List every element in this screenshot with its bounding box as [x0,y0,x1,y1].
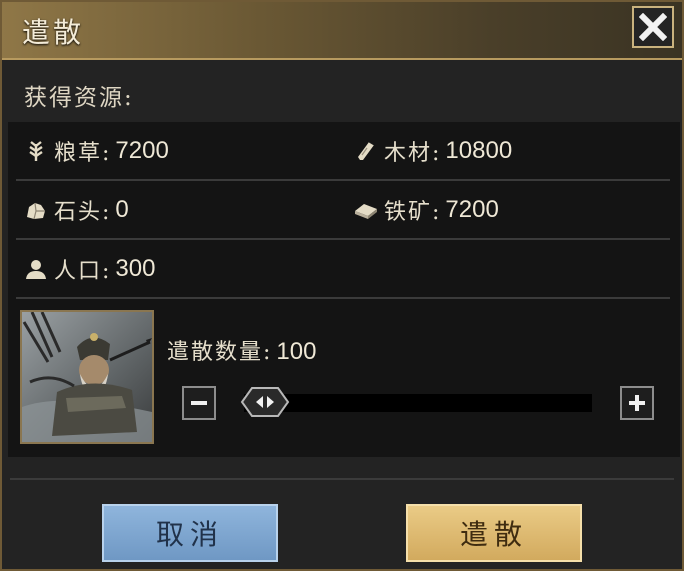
quantity-value: 100 [276,338,317,365]
resource-label: 铁矿: [384,199,442,225]
resource-label: 人口: [54,258,112,284]
iron-icon [354,198,378,222]
resource-row: 人口: 300 [8,240,670,299]
unit-portrait [20,310,154,444]
quantity-slider-thumb[interactable] [240,386,290,418]
increase-button[interactable] [620,386,654,420]
resource-label: 木材: [384,140,442,166]
resource-value: 300 [115,254,156,282]
slider-arrows-icon [240,387,290,417]
dismiss-dialog: 遣散 获得资源: 粮草: 7200 木材: 10800 石头: 0 铁矿: 72… [0,0,684,571]
dismiss-quantity: 遣散数量: 100 [167,334,316,366]
resource-wood: 木材: 10800 [354,122,512,179]
close-icon [639,13,667,41]
title-bar: 遣散 [2,2,682,60]
resource-value: 0 [115,195,129,223]
wood-icon [354,139,378,163]
plus-icon [629,395,645,411]
resource-iron: 铁矿: 7200 [354,181,499,238]
stone-icon [24,198,48,222]
resources-header: 获得资源: [24,85,134,111]
resource-label: 石头: [54,199,112,225]
dialog-title: 遣散 [22,16,85,49]
resource-row: 石头: 0 铁矿: 7200 [8,181,670,240]
resource-label: 粮草: [54,140,112,166]
resource-value: 7200 [115,136,169,164]
resource-value: 10800 [445,136,513,164]
population-icon [24,257,48,281]
resources-panel: 粮草: 7200 木材: 10800 石头: 0 铁矿: 7200 人口: 30… [8,122,680,457]
resource-population: 人口: 300 [24,240,155,297]
quantity-slider-track[interactable] [244,394,592,412]
cancel-button[interactable]: 取消 [102,504,278,562]
decrease-button[interactable] [182,386,216,420]
resource-grain: 粮草: 7200 [24,122,169,179]
row-divider [16,297,670,299]
wheat-icon [24,139,48,163]
resource-stone: 石头: 0 [24,181,129,238]
footer-divider [10,478,674,480]
confirm-dismiss-button[interactable]: 遣散 [406,504,582,562]
close-button[interactable] [632,6,674,48]
quantity-label: 遣散数量: [167,340,273,365]
resource-row: 粮草: 7200 木材: 10800 [8,122,670,181]
resource-value: 7200 [445,195,499,223]
minus-icon [191,401,207,405]
